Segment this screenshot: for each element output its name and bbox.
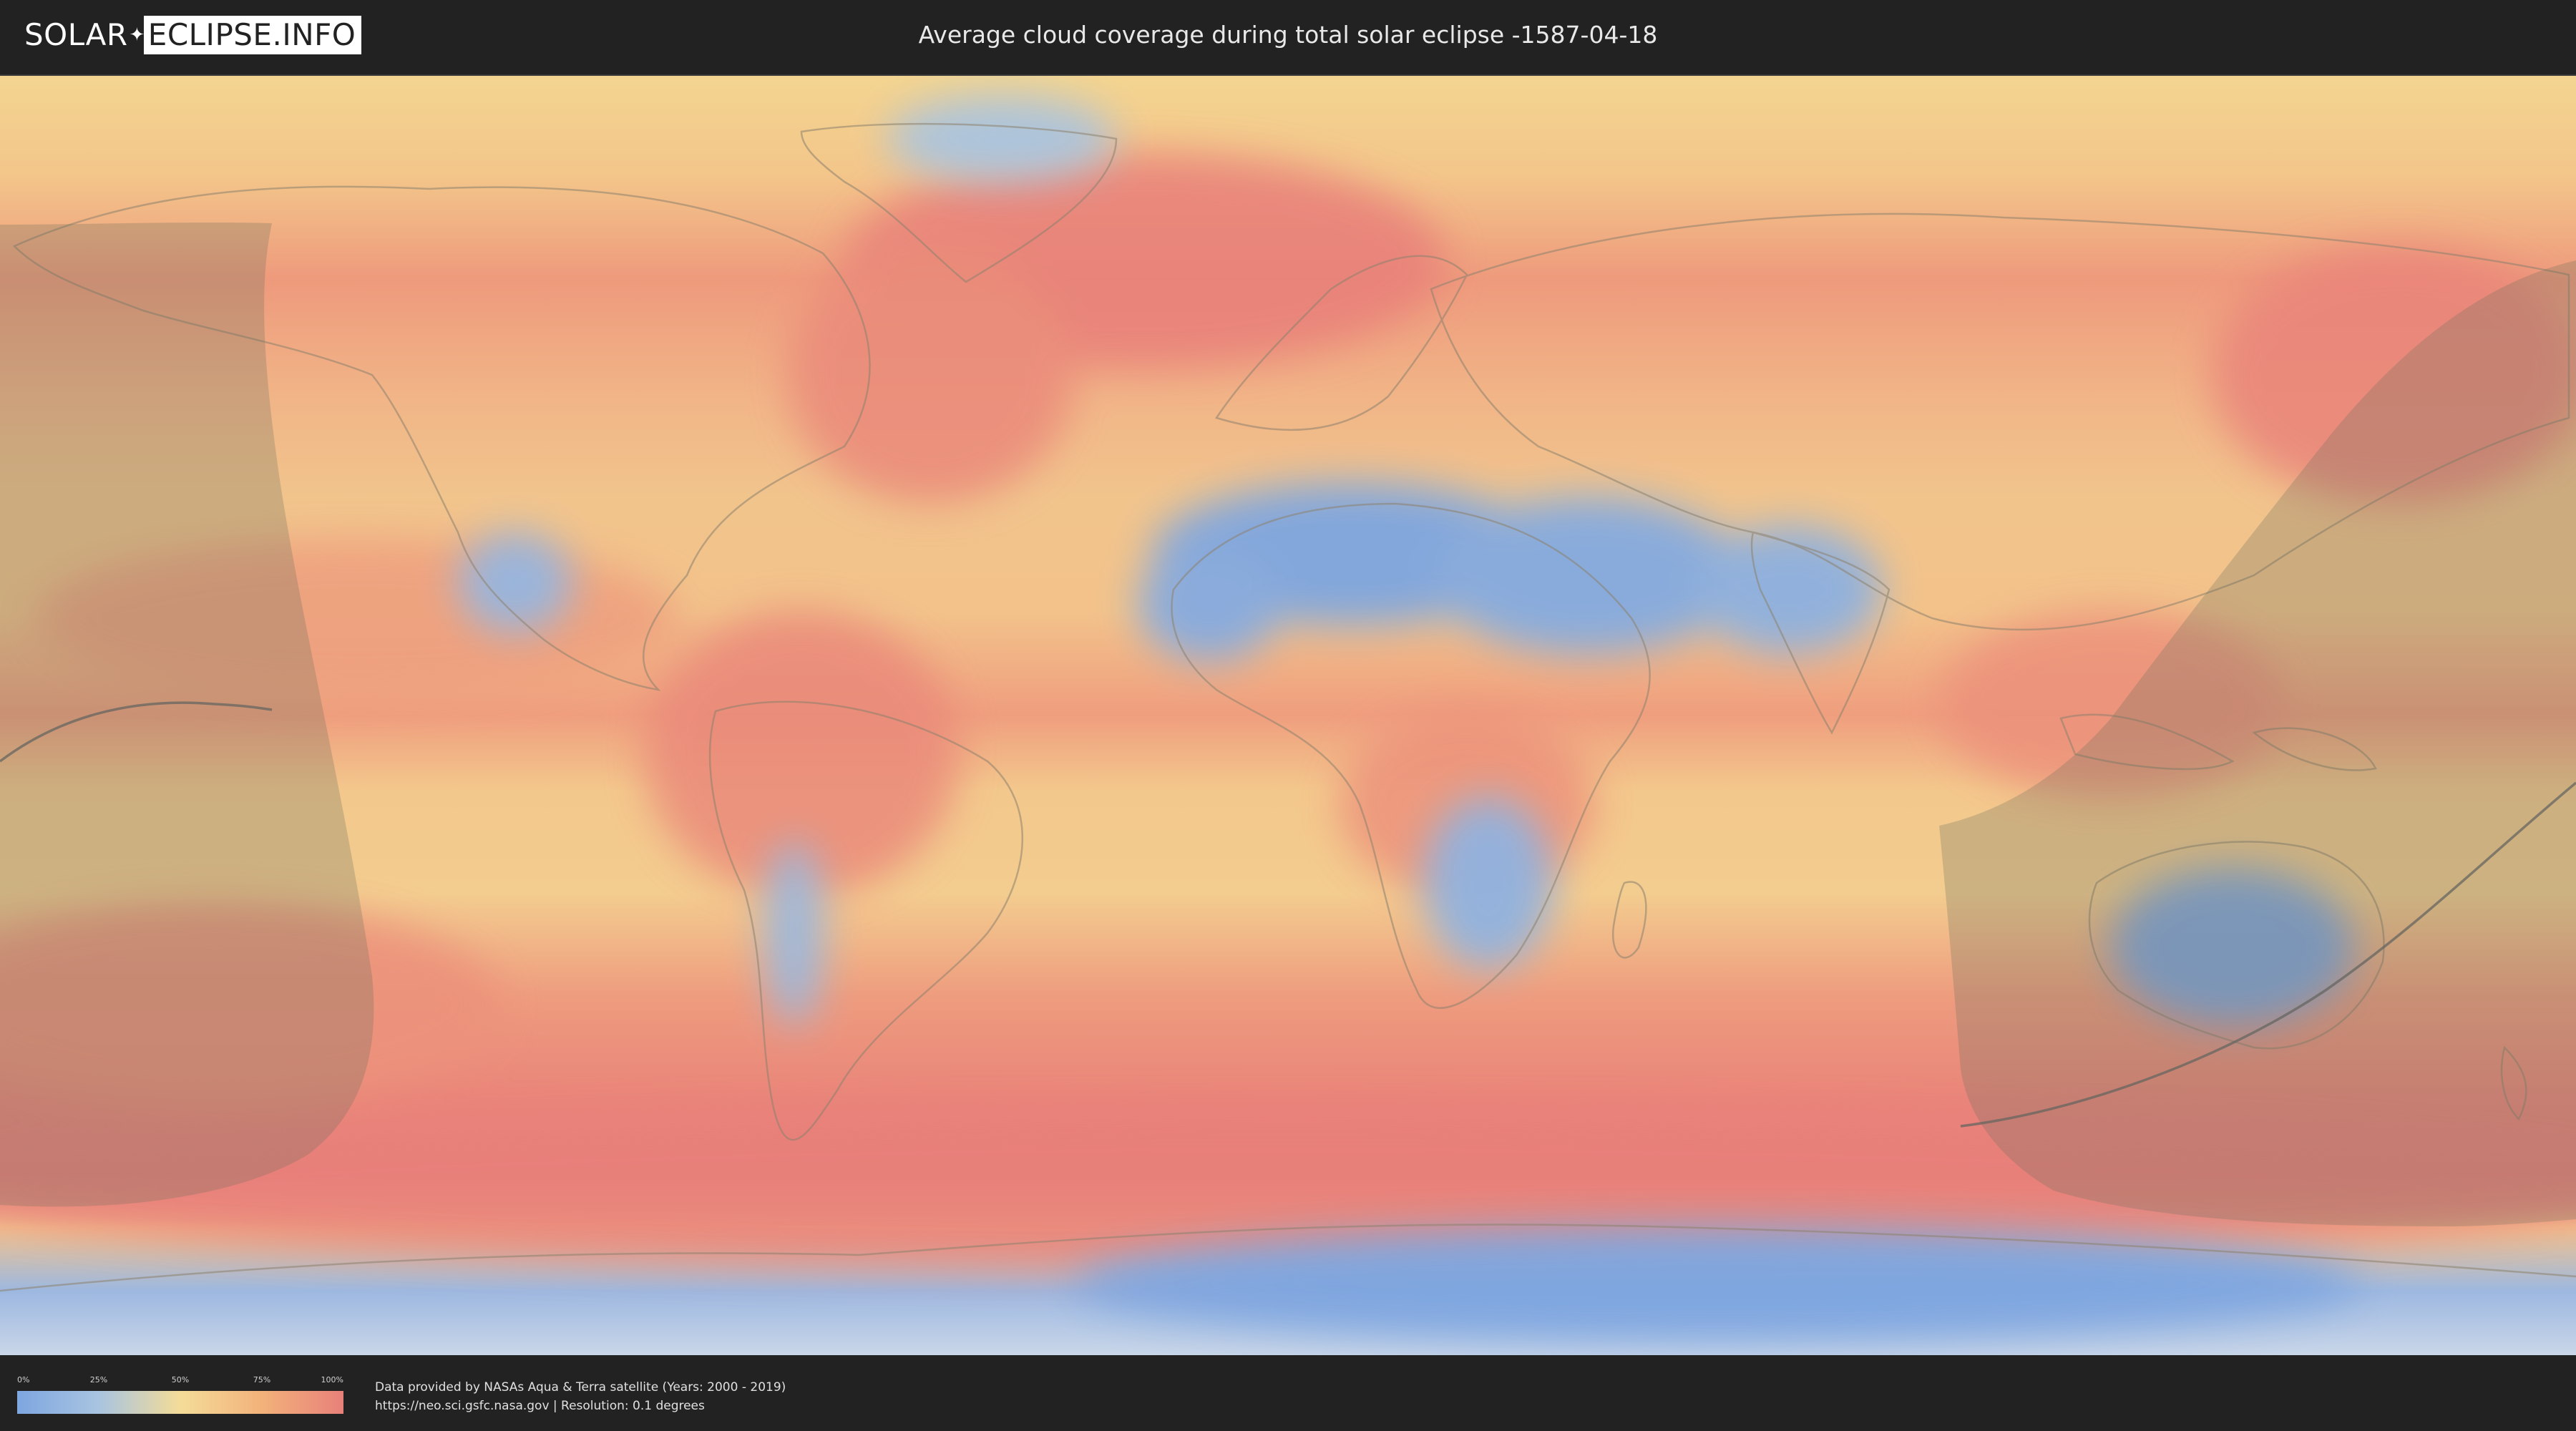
data-source-line: Data provided by NASAs Aqua & Terra sate…: [375, 1380, 786, 1395]
logo-text-solar: SOLAR: [24, 17, 128, 52]
site-logo[interactable]: SOLAR ✦ ECLIPSE.INFO: [20, 16, 362, 54]
page: SOLAR ✦ ECLIPSE.INFO Average cloud cover…: [0, 0, 2576, 1431]
legend-color-bar: [17, 1391, 343, 1414]
legend-tick-25: 25%: [89, 1375, 108, 1384]
header-bar: SOLAR ✦ ECLIPSE.INFO Average cloud cover…: [0, 0, 2576, 72]
cloud-coverage-legend: 0% 25% 50% 75% 100%: [17, 1375, 343, 1415]
data-source-url: https://neo.sci.gsfc.nasa.gov | Resoluti…: [375, 1399, 705, 1413]
star-burst-icon: ✦: [129, 24, 145, 46]
footer-bar: 0% 25% 50% 75% 100% Data provided by NAS…: [0, 1359, 2576, 1431]
cloud-coverage-map: [0, 74, 2576, 1355]
legend-tick-0: 0%: [17, 1375, 30, 1384]
page-title: Average cloud coverage during total sola…: [918, 21, 1658, 49]
legend-tick-50: 50%: [171, 1375, 190, 1384]
data-source-info: Data provided by NASAs Aqua & Terra sate…: [375, 1378, 786, 1415]
legend-tick-75: 75%: [253, 1375, 271, 1384]
legend-tick-100: 100%: [321, 1375, 343, 1384]
logo-text-eclipse-info: ECLIPSE.INFO: [143, 16, 362, 54]
